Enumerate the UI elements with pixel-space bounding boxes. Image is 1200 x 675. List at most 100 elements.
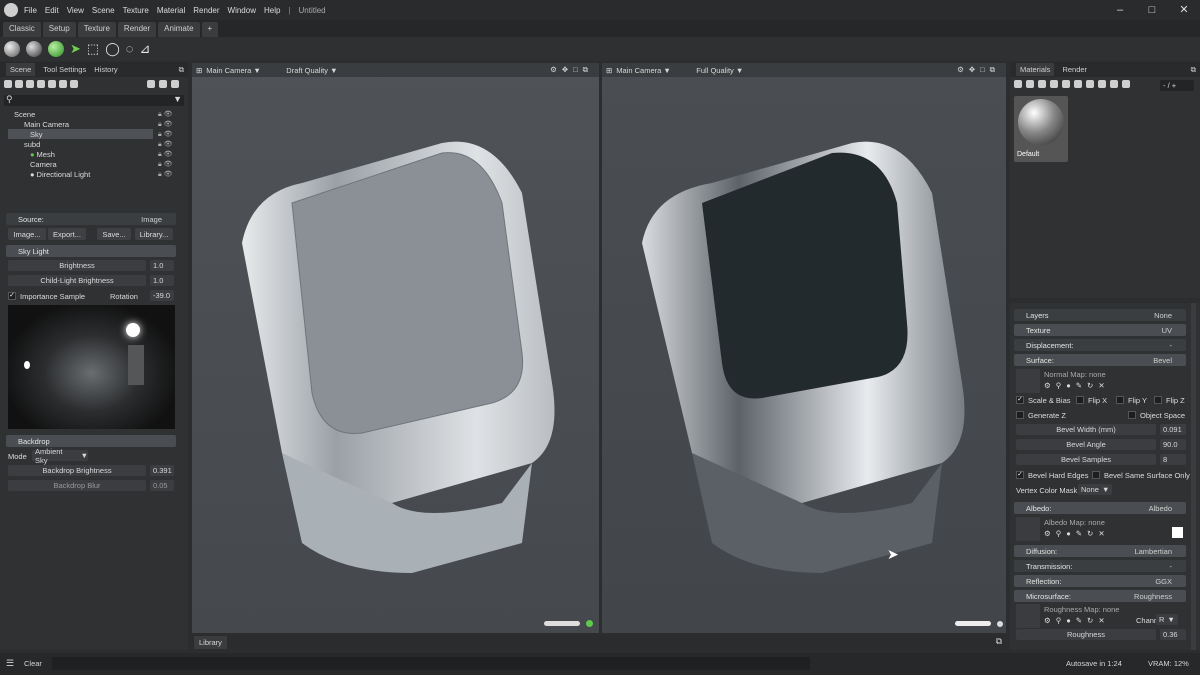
tree-item-subd[interactable]: subd [24,139,40,149]
add-light-icon[interactable] [15,80,23,88]
image-button[interactable]: Image... [8,228,46,240]
transmission-section[interactable]: Transmission: - [1014,560,1186,572]
tab-animate[interactable]: Animate [158,22,200,37]
material-thumbnail[interactable]: Default [1014,96,1068,162]
viewport-draft[interactable]: ⊞ Main Camera ▼ Draft Quality ▼ ⚙✥□⧉ [192,63,599,633]
roughness-slider[interactable]: Roughness [1016,629,1156,640]
duplicate-icon[interactable] [159,80,167,88]
add-shape-icon[interactable] [48,80,56,88]
backdrop-section[interactable]: Backdrop [6,435,176,447]
material-pick-icon[interactable] [1086,80,1094,88]
albedo-map-tools-icons[interactable]: ⚙⚲●✎↻✕ [1044,528,1110,538]
material-check-icon[interactable] [1110,80,1118,88]
folder-icon[interactable] [147,80,155,88]
importance-sample-checkbox[interactable]: ✓ Importance Sample [8,291,85,301]
material-duplicate-icon[interactable] [1074,80,1082,88]
tab-history[interactable]: History [94,65,117,74]
save-button[interactable]: Save... [97,228,131,240]
mode-select[interactable]: Ambient Sky ▼ [32,447,88,465]
quality-select[interactable]: Full Quality ▼ [696,66,743,75]
bevel-width-slider[interactable]: Bevel Width (mm) [1016,424,1156,435]
albedo-map-slot[interactable] [1016,517,1040,541]
clear-button[interactable]: Clear [24,659,42,668]
library-tab[interactable]: Library [194,636,227,649]
menu-file[interactable]: File [24,6,37,15]
roughness-map-tools-icons[interactable]: ⚙⚲●✎↻✕ [1044,615,1110,625]
bevel-angle-value[interactable]: 90.0 [1160,439,1186,450]
menu-scene[interactable]: Scene [92,6,115,15]
vertex-color-mask-select[interactable]: None ▼ [1078,484,1112,495]
quality-select[interactable]: Draft Quality ▼ [286,66,337,75]
material-delete-icon[interactable] [1062,80,1070,88]
reflection-section[interactable]: Reflection: GGX [1014,575,1186,587]
menu-window[interactable]: Window [228,6,256,15]
tree-item-mesh[interactable]: ● Mesh [30,149,55,159]
scene-search-input[interactable]: ⚲ ▼ [4,94,184,106]
tab-texture[interactable]: Texture [77,22,116,37]
polygon-select-icon[interactable]: ⊿ [140,41,151,57]
close-icon[interactable]: ✕ [1168,0,1200,20]
displacement-section[interactable]: Displacement: - [1014,339,1186,351]
surface-section[interactable]: Surface: Bevel [1014,354,1186,366]
filter-icon[interactable]: ▼ [173,94,182,104]
material-sphere-icon[interactable] [1098,80,1106,88]
menu-texture[interactable]: Texture [123,6,149,15]
viewport-menu-icon[interactable]: ⊞ [606,66,612,75]
scale-bias-checkbox[interactable]: ✓ Scale & Bias [1016,395,1071,405]
menu-render[interactable]: Render [193,6,219,15]
maximize-icon[interactable]: □ [1136,0,1168,20]
menu-edit[interactable]: Edit [45,6,59,15]
export-button[interactable]: Export... [48,228,86,240]
flip-z-checkbox[interactable]: Flip Z [1154,395,1185,405]
bevel-samples-slider[interactable]: Bevel Samples [1016,454,1156,465]
menu-help[interactable]: Help [264,6,280,15]
texture-section[interactable]: Texture UV [1014,324,1186,336]
library-button[interactable]: Library... [135,228,173,240]
add-group-icon[interactable] [37,80,45,88]
tree-item-main-camera[interactable]: Main Camera [24,119,69,129]
add-tab-button[interactable]: + [201,22,219,37]
add-material-icon[interactable] [1014,80,1022,88]
material-sphere-icon[interactable] [4,41,20,57]
child-light-value[interactable]: 1.0 [150,275,174,286]
tree-item-camera[interactable]: Camera [30,159,57,169]
roughness-map-slot[interactable] [1016,604,1040,628]
tree-item-directional-light[interactable]: ● Directional Light [30,169,90,179]
bevel-angle-slider[interactable]: Bevel Angle [1016,439,1156,450]
scrollbar[interactable] [1191,303,1196,650]
visibility-toggles[interactable]: 🔒︎ 👁︎ 🔒︎ 👁︎ 🔒︎ 👁︎ 🔒︎ 👁︎ 🔒︎ 👁︎ 🔒︎ 👁︎ 🔒︎ 👁︎ [158,110,178,178]
material-block-icon[interactable] [1122,80,1130,88]
source-row[interactable]: Source: Image [6,213,176,225]
material-link-icon[interactable] [1026,80,1034,88]
brightness-value[interactable]: 1.0 [150,260,174,271]
add-camera-icon[interactable] [26,80,34,88]
roughness-value[interactable]: 0.36 [1160,629,1186,640]
tab-setup[interactable]: Setup [42,22,76,37]
add-sky-icon[interactable] [59,80,67,88]
tab-render[interactable]: Render [1062,65,1087,74]
add-mesh-icon[interactable] [4,80,12,88]
viewport-full[interactable]: ⊞ Main Camera ▼ Full Quality ▼ ⚙✥□⧉ ➤ [602,63,1006,633]
normal-map-tools-icons[interactable]: ⚙⚲●✎↻✕ [1044,380,1110,390]
lasso-icon[interactable]: ◌ [126,41,134,57]
popout-icon[interactable]: ⧉ [1191,65,1196,75]
channel-select[interactable]: R ▼ [1156,614,1178,625]
rect-select-icon[interactable]: ⬚ [87,41,99,57]
menu-view[interactable]: View [67,6,84,15]
menu-material[interactable]: Material [157,6,185,15]
albedo-color-swatch[interactable] [1172,527,1183,538]
material-folder-icon[interactable] [1050,80,1058,88]
brightness-slider[interactable]: Brightness [8,260,146,271]
tab-tool-settings[interactable]: Tool Settings [43,65,86,74]
normal-map-slot[interactable] [1016,369,1040,393]
camera-select[interactable]: Main Camera ▼ [206,66,286,75]
green-sphere-icon[interactable] [48,41,64,57]
bevel-width-value[interactable]: 0.091 [1160,424,1186,435]
backdrop-blur-slider[interactable]: Backdrop Blur [8,480,146,491]
backdrop-brightness-value[interactable]: 0.391 [150,465,174,476]
material-grid-icon[interactable] [1038,80,1046,88]
console-input[interactable] [52,657,810,670]
bevel-samples-value[interactable]: 8 [1160,454,1186,465]
select-cursor-icon[interactable]: ➤ [70,41,81,57]
console-icon[interactable]: ☰ [6,658,14,669]
